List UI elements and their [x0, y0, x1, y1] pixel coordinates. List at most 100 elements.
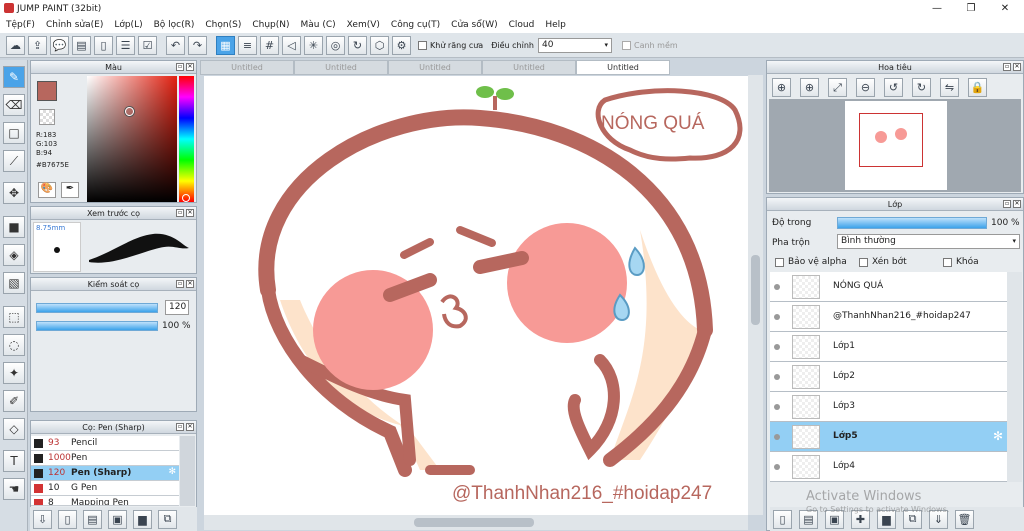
- close-icon[interactable]: ✕: [186, 63, 194, 71]
- lock-checkbox[interactable]: [943, 258, 952, 267]
- minimize-button[interactable]: —: [920, 0, 954, 17]
- tab-untitled-2[interactable]: Untitled: [294, 60, 388, 75]
- curve-icon[interactable]: ↻: [348, 35, 367, 55]
- brush-list-scrollbar[interactable]: [180, 436, 195, 506]
- bucket-tool-icon[interactable]: ◈: [3, 244, 25, 266]
- eye-icon[interactable]: [774, 404, 780, 410]
- float-icon[interactable]: ▫: [1003, 200, 1011, 208]
- settings-icon[interactable]: ⚙: [392, 35, 411, 55]
- menu-edit[interactable]: Chỉnh sửa(E): [46, 20, 103, 30]
- tab-untitled-5[interactable]: Untitled: [576, 60, 670, 75]
- delete-layer-icon[interactable]: 🗑: [955, 509, 974, 529]
- undo-icon[interactable]: ↶: [166, 35, 185, 55]
- fill-rect-tool-icon[interactable]: ■: [3, 216, 25, 238]
- main-color-swatch[interactable]: [37, 81, 57, 101]
- layer-row[interactable]: Lớp3: [770, 392, 1007, 422]
- lines-icon[interactable]: ≡: [238, 35, 257, 55]
- brush-tool-icon[interactable]: ✎: [3, 66, 25, 88]
- redo-icon[interactable]: ↷: [188, 35, 207, 55]
- list-icon[interactable]: ☰: [116, 35, 135, 55]
- float-icon[interactable]: ▫: [176, 63, 184, 71]
- hue-slider[interactable]: [179, 76, 194, 202]
- new-layer-icon[interactable]: ▯: [773, 509, 792, 529]
- brush-size-input[interactable]: 120: [165, 300, 189, 315]
- drawing-canvas[interactable]: NÓNG QUÁ @ThanhNhan216_#hoidap247: [204, 76, 748, 516]
- folder-icon[interactable]: ▆: [133, 509, 152, 529]
- eye-icon[interactable]: [774, 284, 780, 290]
- menu-capture[interactable]: Chụp(N): [252, 20, 289, 30]
- rotate-left-icon[interactable]: ↺: [884, 78, 903, 97]
- eyedropper-icon[interactable]: ✒: [61, 182, 79, 198]
- close-button[interactable]: ✕: [988, 0, 1022, 17]
- menu-file[interactable]: Tệp(F): [6, 20, 35, 30]
- float-icon[interactable]: ▫: [1003, 63, 1011, 71]
- eye-icon[interactable]: [774, 344, 780, 350]
- grid-icon[interactable]: #: [260, 35, 279, 55]
- tab-untitled-3[interactable]: Untitled: [388, 60, 482, 75]
- lasso-select-icon[interactable]: ◌: [3, 334, 25, 356]
- navigator-view[interactable]: [769, 99, 1021, 192]
- perspective-icon[interactable]: ◁: [282, 35, 301, 55]
- document-icon[interactable]: ▯: [94, 35, 113, 55]
- list-item[interactable]: 120 Pen (Sharp) ✻: [31, 466, 179, 481]
- rect-select-icon[interactable]: ⬚: [3, 306, 25, 328]
- lock-icon[interactable]: 🔒: [968, 78, 987, 97]
- alpha-protect-checkbox[interactable]: [775, 258, 784, 267]
- antialias-checkbox[interactable]: [418, 40, 427, 50]
- layers-scrollbar[interactable]: [1007, 272, 1022, 482]
- move-tool-icon[interactable]: ✥: [3, 182, 25, 204]
- brush-settings-icon[interactable]: ▣: [108, 509, 127, 529]
- brush-opacity-slider[interactable]: [36, 321, 158, 331]
- checklist-icon[interactable]: ☑: [138, 35, 157, 55]
- menu-filter[interactable]: Bộ lọc(R): [154, 20, 195, 30]
- brush-size-slider[interactable]: [36, 303, 158, 313]
- close-icon[interactable]: ✕: [186, 423, 194, 431]
- list-item[interactable]: 1000 Pen: [31, 451, 179, 466]
- gear-icon[interactable]: ✻: [168, 467, 176, 477]
- shape-tool-icon[interactable]: □: [3, 122, 25, 144]
- layer-row[interactable]: NÓNG QUÁ: [770, 272, 1007, 302]
- transparent-swatch[interactable]: [39, 109, 55, 125]
- navigator-frame[interactable]: [859, 113, 923, 167]
- canvas-vertical-scrollbar[interactable]: [748, 75, 763, 515]
- layer-row[interactable]: Lớp2: [770, 362, 1007, 392]
- tab-untitled-4[interactable]: Untitled: [482, 60, 576, 75]
- close-icon[interactable]: ✕: [186, 280, 194, 288]
- menu-layer[interactable]: Lớp(L): [114, 20, 142, 30]
- list-item[interactable]: 8 Mapping Pen: [31, 496, 179, 506]
- list-item[interactable]: 93 Pencil: [31, 436, 179, 451]
- fit-window-icon[interactable]: ⤢: [828, 78, 847, 97]
- hand-tool-icon[interactable]: ☚: [3, 478, 25, 500]
- close-icon[interactable]: ✕: [1013, 200, 1021, 208]
- layer-row[interactable]: Lớp1: [770, 332, 1007, 362]
- menu-window[interactable]: Cửa sổ(W): [451, 20, 497, 30]
- duplicate-icon[interactable]: ⧉: [158, 509, 177, 529]
- palette-icon[interactable]: 🎨: [38, 182, 56, 198]
- close-icon[interactable]: ✕: [186, 209, 194, 217]
- zoom-fit-icon[interactable]: ⊕: [772, 78, 791, 97]
- cloud-download-icon[interactable]: ⇩: [33, 509, 52, 529]
- gradient-tool-icon[interactable]: ▧: [3, 272, 25, 294]
- float-icon[interactable]: ▫: [176, 280, 184, 288]
- polygon-icon[interactable]: ⬡: [370, 35, 389, 55]
- adjust-input[interactable]: 40 ▾: [537, 37, 612, 53]
- layer-row[interactable]: @ThanhNhan216_#hoidap247: [770, 302, 1007, 332]
- eye-icon[interactable]: [774, 314, 780, 320]
- menu-help[interactable]: Help: [545, 20, 566, 30]
- menu-cloud[interactable]: Cloud: [509, 20, 535, 30]
- message-icon[interactable]: ▤: [72, 35, 91, 55]
- eye-icon[interactable]: [774, 464, 780, 470]
- rotate-right-icon[interactable]: ↻: [912, 78, 931, 97]
- canvas-horizontal-scrollbar[interactable]: [204, 515, 748, 530]
- zoom-in-icon[interactable]: ⊕: [800, 78, 819, 97]
- menu-color[interactable]: Màu (C): [301, 20, 336, 30]
- eye-icon[interactable]: [774, 434, 780, 440]
- layer-row[interactable]: Lớp4: [770, 452, 1007, 482]
- layer-opacity-slider[interactable]: [837, 217, 987, 229]
- list-item[interactable]: 10 G Pen: [31, 481, 179, 496]
- gear-icon[interactable]: ✻: [993, 429, 1003, 443]
- blend-mode-select[interactable]: Bình thường ▾: [837, 234, 1020, 249]
- zoom-out-icon[interactable]: ⊖: [856, 78, 875, 97]
- eraser-tool-icon[interactable]: ⌫: [3, 94, 25, 116]
- comment-icon[interactable]: 💬: [50, 35, 69, 55]
